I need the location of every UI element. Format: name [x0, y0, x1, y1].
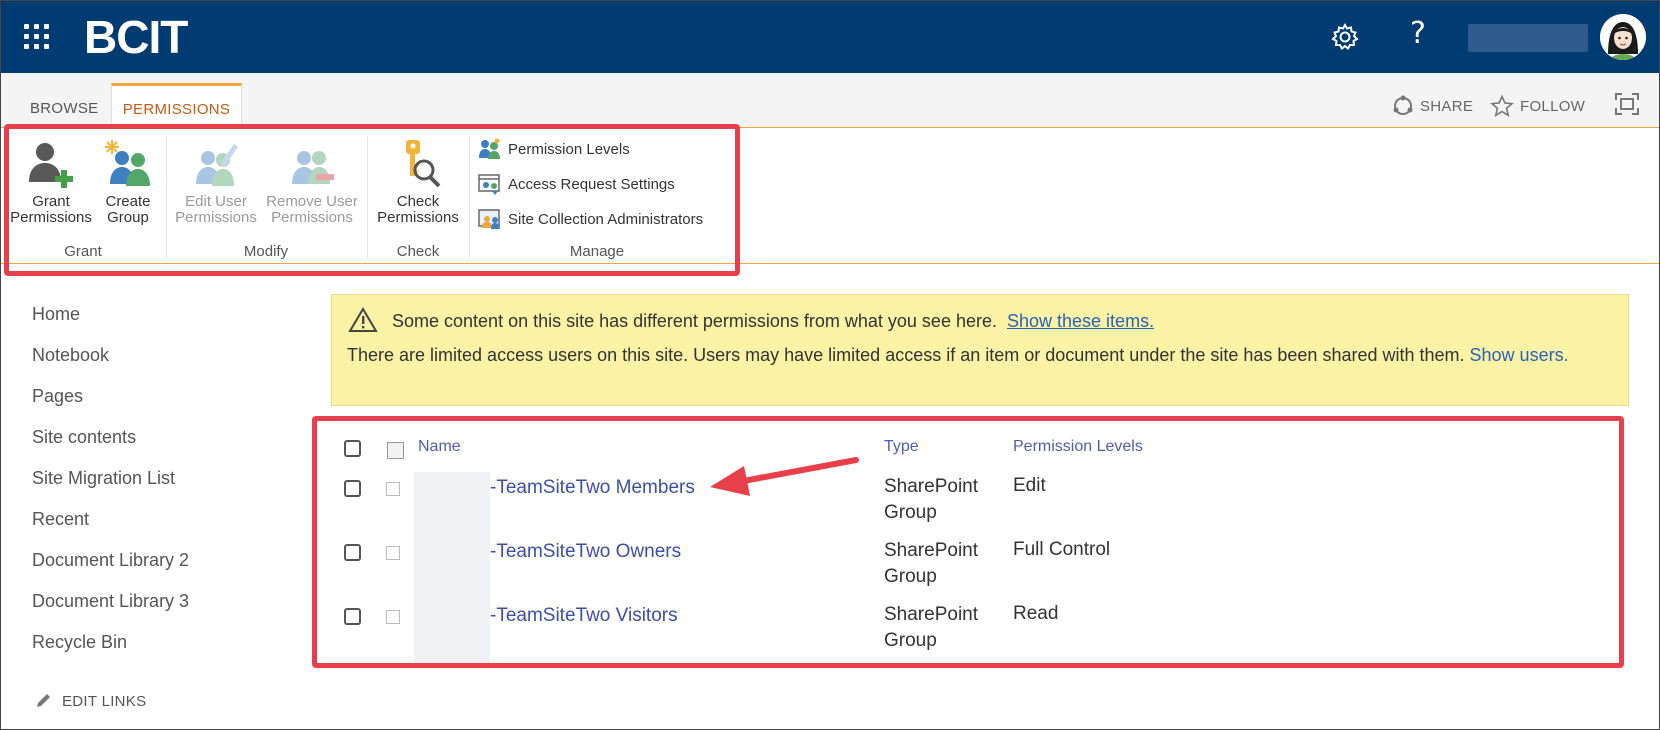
- warning-icon: [348, 307, 378, 332]
- waffle-icon[interactable]: [24, 24, 50, 50]
- follow-button[interactable]: FOLLOW: [1490, 95, 1585, 117]
- avatar[interactable]: [1600, 14, 1646, 60]
- focus-mode-icon[interactable]: [1614, 92, 1640, 116]
- nav-item-document-library-3[interactable]: Document Library 3: [32, 589, 189, 630]
- nav-item-site-migration-list[interactable]: Site Migration List: [32, 466, 189, 507]
- tab-permissions[interactable]: PERMISSIONS: [111, 83, 242, 129]
- share-icon: [1393, 95, 1413, 115]
- pencil-icon: [37, 694, 50, 707]
- user-name-redacted[interactable]: [1468, 24, 1588, 52]
- ribbon-highlight-box: [4, 124, 740, 276]
- tab-browse[interactable]: BROWSE: [30, 100, 98, 117]
- nav-item-site-contents[interactable]: Site contents: [32, 425, 189, 466]
- left-navigation: Home Notebook Pages Site contents Site M…: [32, 302, 189, 671]
- brand-logo[interactable]: BCIT: [84, 10, 188, 64]
- nav-item-document-library-2[interactable]: Document Library 2: [32, 548, 189, 589]
- star-icon: [1490, 95, 1514, 117]
- nav-item-recent[interactable]: Recent: [32, 507, 189, 548]
- ribbon-tab-bar: BROWSE PERMISSIONS SHARE FOLLOW: [0, 73, 1660, 129]
- show-these-items-link[interactable]: Show these items.: [1007, 311, 1154, 331]
- gear-icon[interactable]: [1330, 22, 1360, 52]
- share-button[interactable]: SHARE: [1392, 95, 1473, 117]
- table-highlight-box: [312, 416, 1624, 668]
- banner-line-1: Some content on this site has different …: [392, 311, 1154, 332]
- permissions-warning-banner: Some content on this site has different …: [331, 294, 1629, 406]
- suite-bar: BCIT ?: [0, 0, 1660, 73]
- help-icon[interactable]: ?: [1406, 16, 1430, 51]
- annotation-arrow: [710, 457, 859, 496]
- banner-line-1-text: Some content on this site has different …: [392, 311, 997, 331]
- nav-item-notebook[interactable]: Notebook: [32, 343, 189, 384]
- nav-item-recycle-bin[interactable]: Recycle Bin: [32, 630, 189, 671]
- share-label: SHARE: [1420, 97, 1474, 115]
- edit-links-label: EDIT LINKS: [62, 692, 147, 710]
- nav-item-home[interactable]: Home: [32, 302, 189, 343]
- follow-label: FOLLOW: [1520, 97, 1586, 115]
- show-users-link[interactable]: Show users.: [1470, 345, 1569, 365]
- nav-item-pages[interactable]: Pages: [32, 384, 189, 425]
- banner-line-2: There are limited access users on this s…: [347, 341, 1617, 370]
- edit-links-button[interactable]: EDIT LINKS: [34, 692, 146, 710]
- banner-line-2-text: There are limited access users on this s…: [347, 345, 1465, 365]
